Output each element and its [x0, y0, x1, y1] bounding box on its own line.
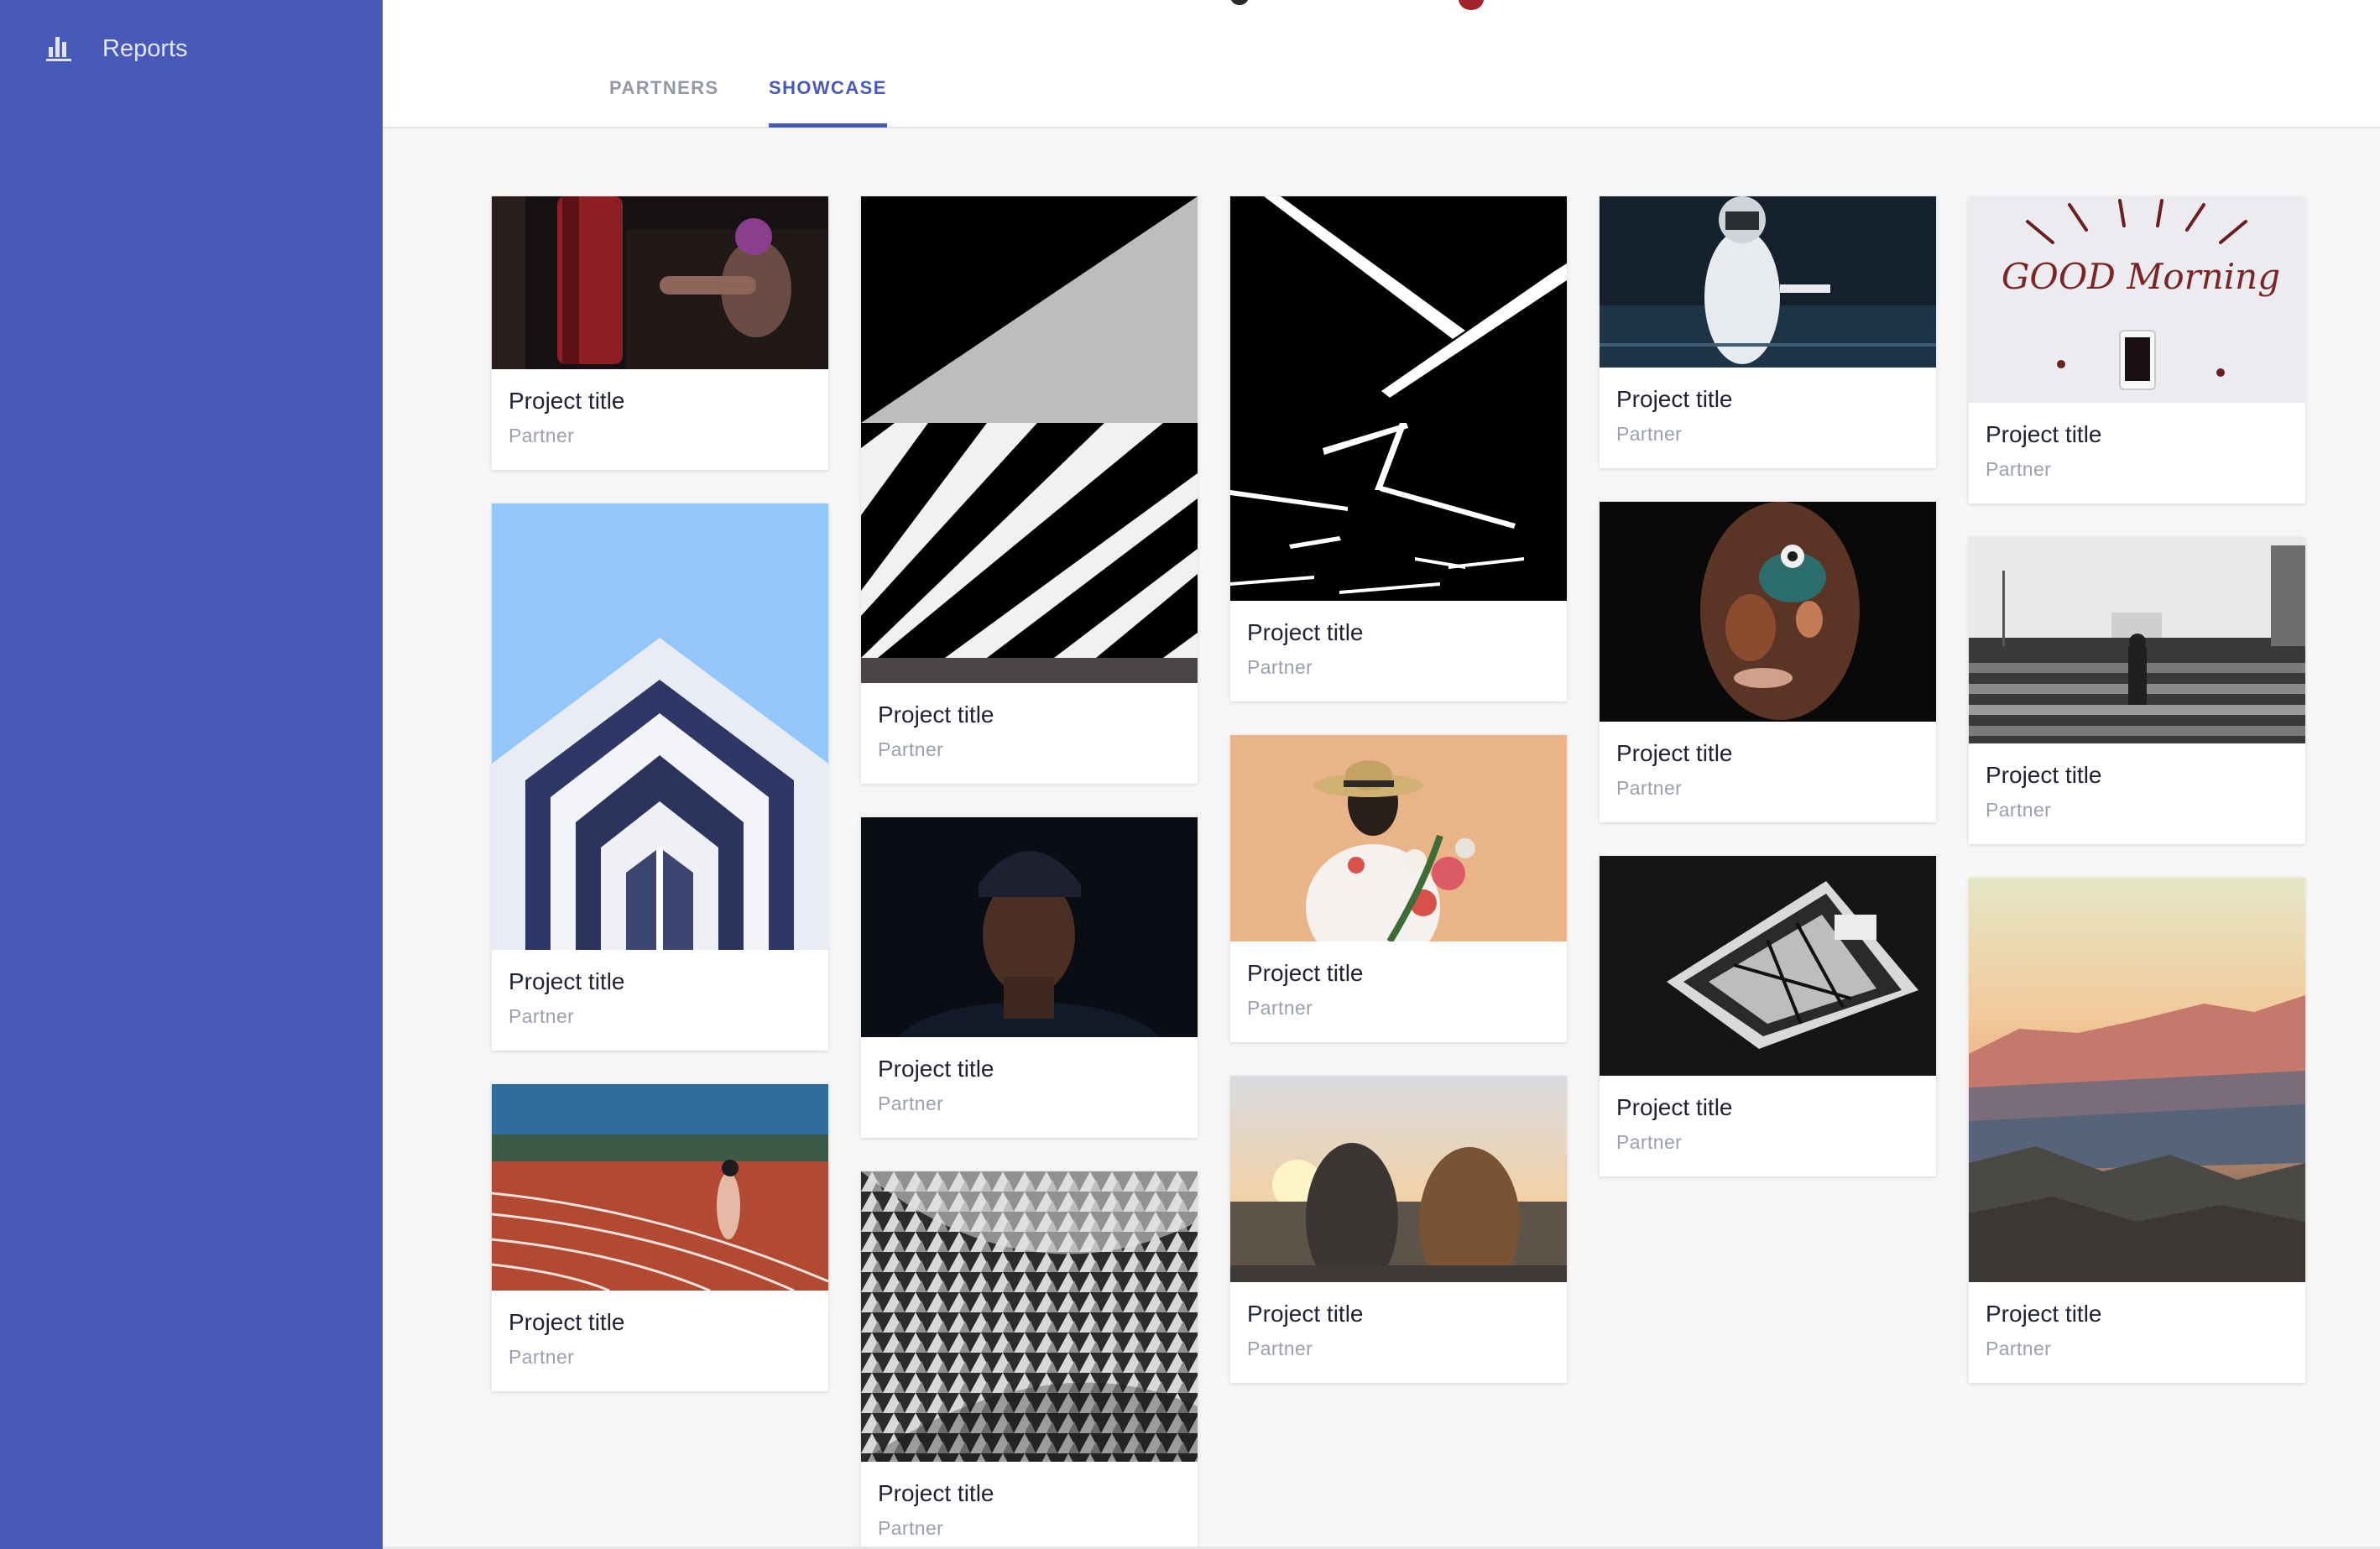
project-image	[1969, 537, 2305, 743]
project-card[interactable]: Project title Partner	[1230, 1076, 1567, 1383]
project-partner: Partner	[878, 738, 944, 760]
project-image: GOOD Morning	[1969, 196, 2305, 403]
project-title: Project title	[1986, 762, 2102, 788]
project-image	[492, 196, 828, 369]
tab-showcase[interactable]: SHOWCASE	[769, 74, 887, 128]
project-image	[1230, 735, 1567, 941]
project-card[interactable]: Project title Partner	[492, 503, 828, 1051]
project-partner: Partner	[1986, 1338, 2052, 1359]
project-image	[1600, 856, 1936, 1076]
project-partner: Partner	[509, 1005, 575, 1027]
project-card[interactable]: Project title Partner	[1600, 502, 1936, 822]
sidebar-item-reports[interactable]: Reports	[45, 27, 188, 70]
project-partner: Partner	[1616, 423, 1683, 445]
project-partner: Partner	[1247, 1338, 1313, 1359]
project-partner: Partner	[878, 1517, 944, 1539]
project-title: Project title	[1247, 960, 1364, 986]
project-card[interactable]: Project title Partner	[1969, 878, 2305, 1383]
project-title: Project title	[509, 388, 625, 414]
logo-partial	[1230, 0, 1249, 5]
project-title: Project title	[1986, 1301, 2102, 1327]
project-title: Project title	[1247, 1301, 1364, 1327]
project-image	[1969, 878, 2305, 1282]
project-card[interactable]: Project title Partner	[1600, 196, 1936, 468]
project-image	[861, 817, 1198, 1037]
bar-chart-icon	[45, 31, 77, 67]
project-card[interactable]: Project title Partner	[492, 196, 828, 470]
project-title: Project title	[1616, 386, 1733, 412]
project-card[interactable]: Project title Partner	[861, 196, 1198, 784]
project-title: Project title	[1616, 740, 1733, 766]
project-title: Project title	[509, 1309, 625, 1335]
top-header: PARTNERS SHOWCASE	[383, 0, 2380, 128]
project-title: Project title	[1986, 421, 2102, 447]
project-partner: Partner	[509, 425, 575, 446]
project-image	[1230, 196, 1567, 601]
sidebar: Reports	[0, 0, 383, 1549]
project-title: Project title	[878, 1056, 994, 1082]
project-card[interactable]: Project title Partner	[1230, 196, 1567, 701]
project-image	[492, 503, 828, 950]
project-partner: Partner	[1247, 656, 1313, 678]
project-card[interactable]: Project title Partner	[1600, 856, 1936, 1176]
project-title: Project title	[509, 968, 625, 994]
project-image	[492, 1084, 828, 1291]
project-image	[1600, 196, 1936, 368]
project-image	[1230, 1076, 1567, 1282]
project-image	[861, 196, 1198, 683]
project-partner: Partner	[878, 1093, 944, 1114]
project-card[interactable]: Project title Partner	[492, 1084, 828, 1391]
sidebar-item-label: Reports	[102, 34, 188, 62]
project-title: Project title	[878, 1480, 994, 1506]
tab-partners[interactable]: PARTNERS	[609, 74, 719, 128]
project-title: Project title	[1247, 619, 1364, 645]
logo-accent-partial	[1459, 0, 1484, 10]
project-title: Project title	[878, 701, 994, 728]
project-image	[861, 1171, 1198, 1462]
image-lettering: GOOD Morning	[2002, 256, 2280, 297]
project-card[interactable]: Project title Partner	[861, 1171, 1198, 1549]
project-partner: Partner	[1616, 777, 1683, 799]
project-partner: Partner	[1986, 458, 2052, 480]
project-partner: Partner	[1986, 799, 2052, 821]
project-card[interactable]: Project title Partner	[1969, 537, 2305, 844]
project-image	[1600, 502, 1936, 722]
project-partner: Partner	[509, 1346, 575, 1368]
project-partner: Partner	[1247, 997, 1313, 1019]
project-card[interactable]: GOOD Morning Project title Partner	[1969, 196, 2305, 503]
project-card[interactable]: Project title Partner	[1230, 735, 1567, 1042]
project-title: Project title	[1616, 1094, 1733, 1120]
project-card[interactable]: Project title Partner	[861, 817, 1198, 1138]
project-partner: Partner	[1616, 1131, 1683, 1153]
